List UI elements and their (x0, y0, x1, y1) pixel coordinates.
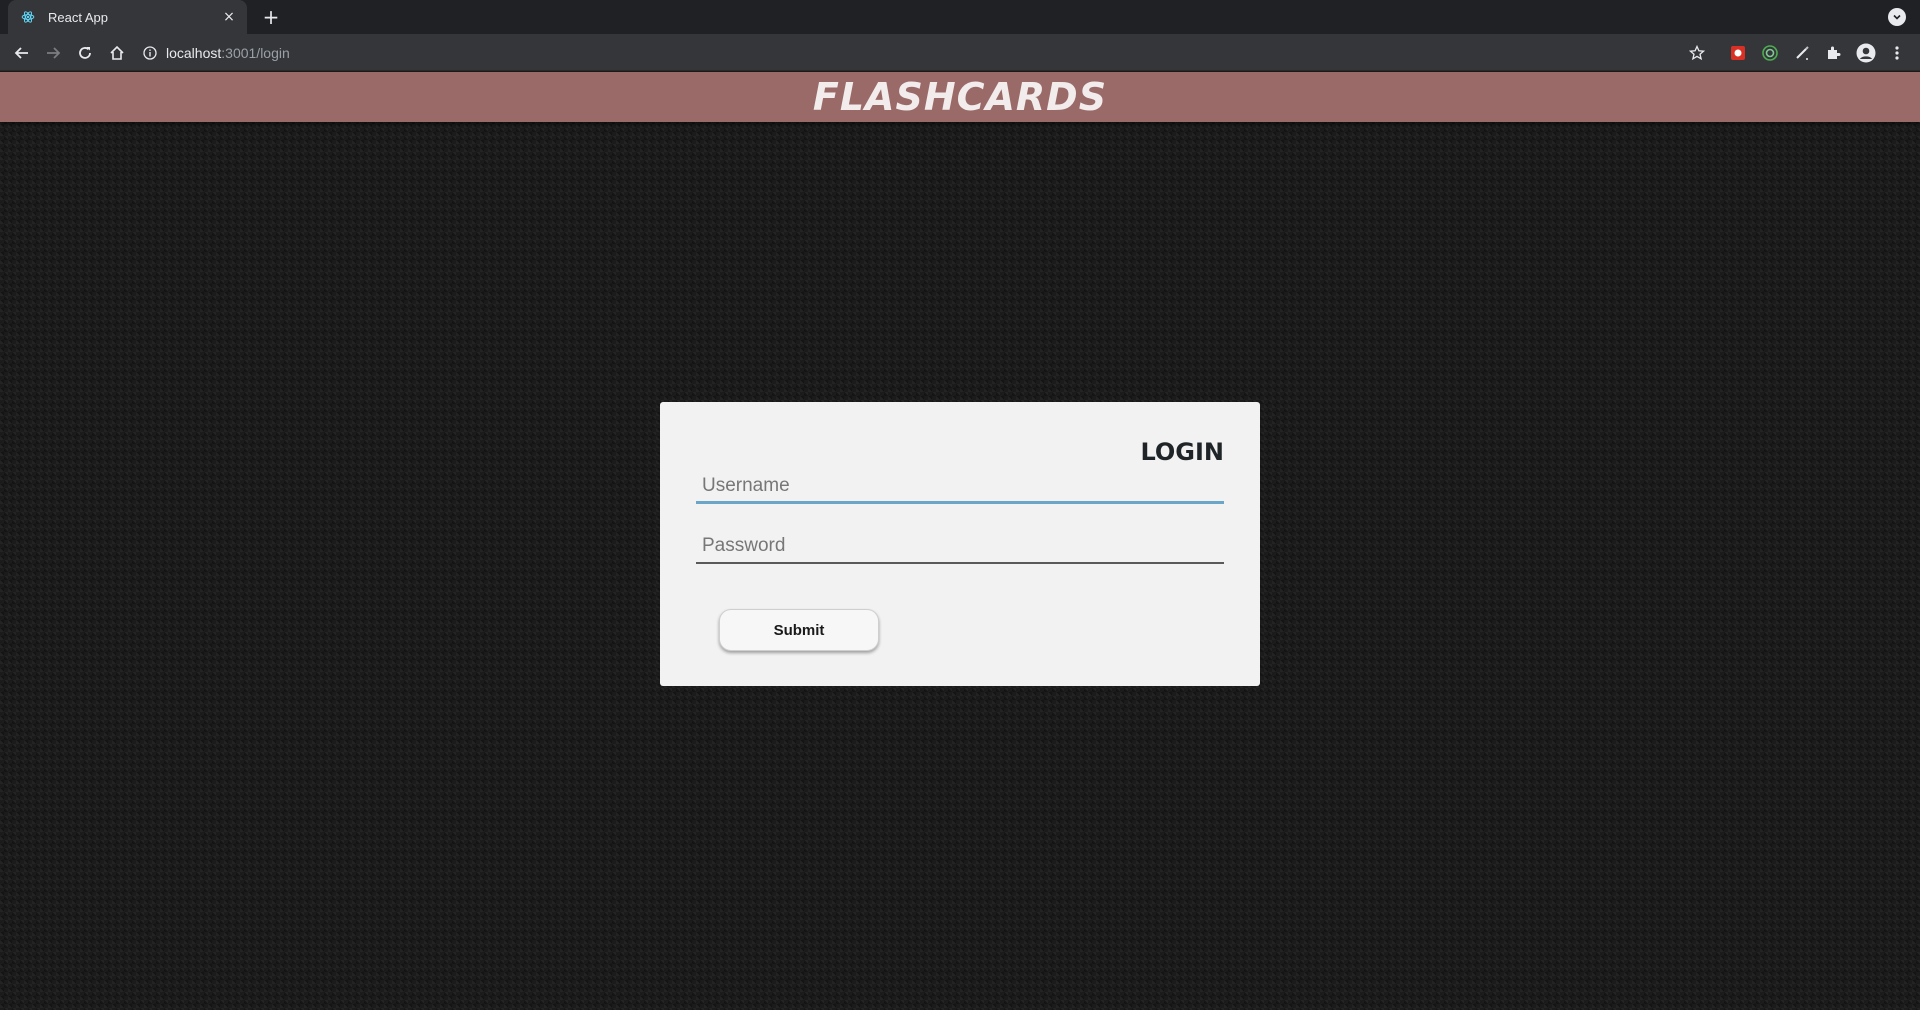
url-host: localhost (166, 44, 222, 61)
username-field[interactable] (696, 470, 1224, 504)
tab-search-icon[interactable] (1888, 8, 1906, 26)
extension-pen-icon[interactable] (1791, 42, 1813, 64)
puzzle-icon[interactable] (1823, 42, 1845, 64)
tab-title: React App (48, 9, 108, 25)
menu-kebab-icon[interactable] (1886, 42, 1908, 64)
page-background: FLASHCARDS LOGIN Submit (0, 72, 1920, 1010)
extension-target-icon[interactable] (1759, 42, 1781, 64)
password-input[interactable] (696, 530, 1224, 562)
browser-tab[interactable]: React App × (8, 0, 247, 34)
submit-button[interactable]: Submit (719, 609, 879, 651)
back-arrow-icon[interactable] (10, 41, 34, 65)
extension-red-icon[interactable] (1727, 42, 1749, 64)
new-tab-button[interactable]: + (260, 6, 282, 28)
login-card: LOGIN Submit (660, 402, 1260, 686)
reload-icon[interactable] (73, 41, 97, 65)
info-icon[interactable] (142, 45, 158, 61)
url-text: localhost:3001/login (166, 45, 290, 61)
tab-strip: React App × + (0, 0, 1920, 34)
address-bar[interactable]: localhost:3001/login (142, 37, 1692, 68)
react-icon (20, 9, 36, 25)
close-tab-icon[interactable]: × (221, 9, 237, 25)
app-header: FLASHCARDS (0, 72, 1920, 122)
forward-arrow-icon[interactable] (41, 41, 65, 65)
home-icon[interactable] (105, 41, 129, 65)
username-input[interactable] (696, 470, 1224, 501)
login-title: LOGIN (1140, 438, 1224, 466)
app-title: FLASHCARDS (812, 75, 1108, 119)
profile-avatar-icon[interactable] (1855, 42, 1877, 64)
browser-toolbar: localhost:3001/login (0, 34, 1920, 71)
url-path: :3001/login (221, 44, 290, 61)
password-field[interactable] (696, 530, 1224, 564)
star-icon[interactable] (1686, 42, 1708, 64)
